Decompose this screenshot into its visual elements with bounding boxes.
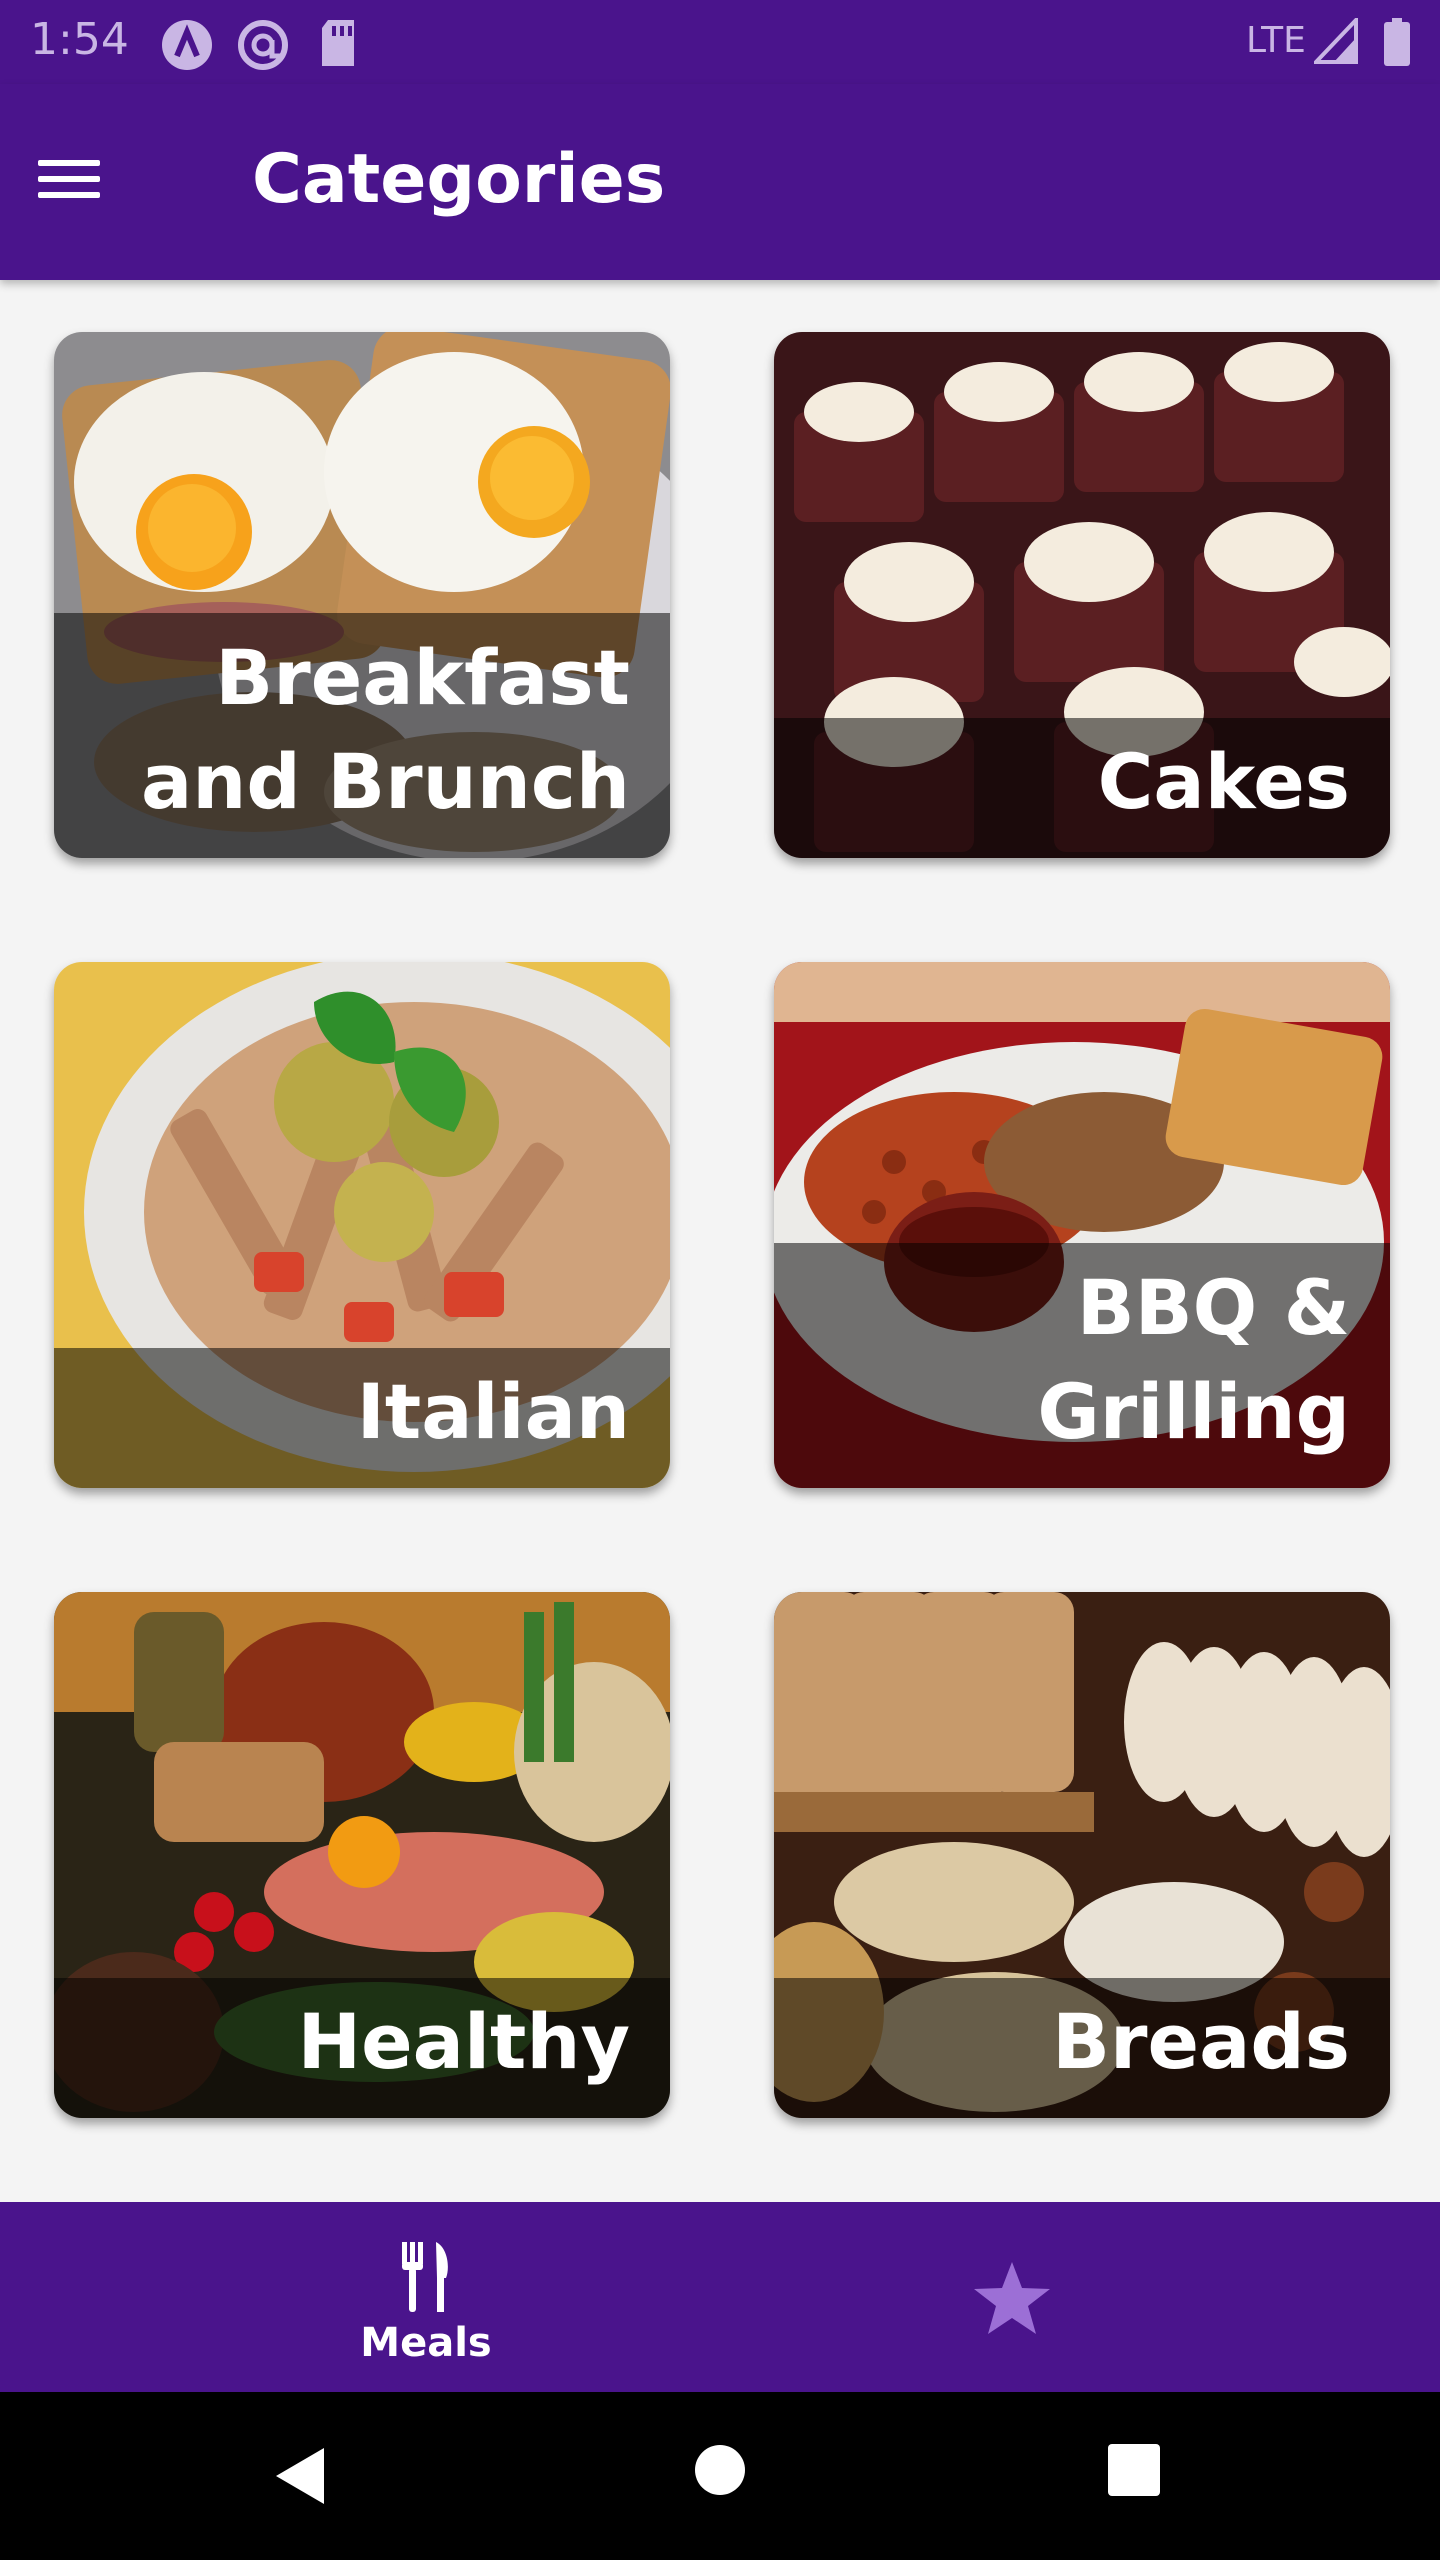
tab-favorites[interactable] xyxy=(720,2202,1440,2392)
category-card-bbq[interactable]: BBQ & Grilling xyxy=(774,962,1390,1488)
at-sign-icon xyxy=(238,20,288,70)
status-time: 1:54 xyxy=(30,14,129,65)
category-label: Healthy xyxy=(297,1997,630,2086)
category-card-breads[interactable]: Breads xyxy=(774,1592,1390,2118)
category-label: Breads xyxy=(1052,1997,1350,2086)
system-navigation-bar xyxy=(0,2392,1440,2560)
category-card-cakes[interactable]: Cakes xyxy=(774,332,1390,858)
category-card-healthy[interactable]: Healthy xyxy=(54,1592,670,2118)
home-icon[interactable] xyxy=(694,2444,746,2496)
recents-icon[interactable] xyxy=(1108,2444,1160,2496)
category-label: Cakes xyxy=(1097,737,1350,826)
category-label: Italian xyxy=(356,1367,630,1456)
tab-meals[interactable]: Meals xyxy=(0,2202,720,2392)
bottom-navigation: Meals xyxy=(0,2202,1440,2392)
signal-icon xyxy=(1314,18,1358,64)
category-card-italian[interactable]: Italian xyxy=(54,962,670,1488)
status-bar: 1:54 LTE xyxy=(0,0,1440,84)
fork-knife-icon xyxy=(402,2242,448,2312)
category-card-breakfast[interactable]: Breakfast and Brunch xyxy=(54,332,670,858)
page-title: Categories xyxy=(252,140,666,219)
app-bar: Categories xyxy=(0,84,1440,280)
autofill-a-icon xyxy=(162,20,212,70)
category-grid: Breakfast and Brunch Cakes Italian BBQ &… xyxy=(0,280,1440,2202)
hamburger-menu-icon[interactable] xyxy=(26,136,112,222)
back-icon[interactable] xyxy=(270,2444,330,2508)
category-label: Breakfast and Brunch xyxy=(140,633,630,826)
category-label: BBQ & Grilling xyxy=(1037,1263,1350,1456)
battery-icon xyxy=(1384,18,1410,66)
star-icon xyxy=(974,2262,1050,2334)
sd-card-icon xyxy=(322,20,354,66)
network-type: LTE xyxy=(1246,20,1306,61)
